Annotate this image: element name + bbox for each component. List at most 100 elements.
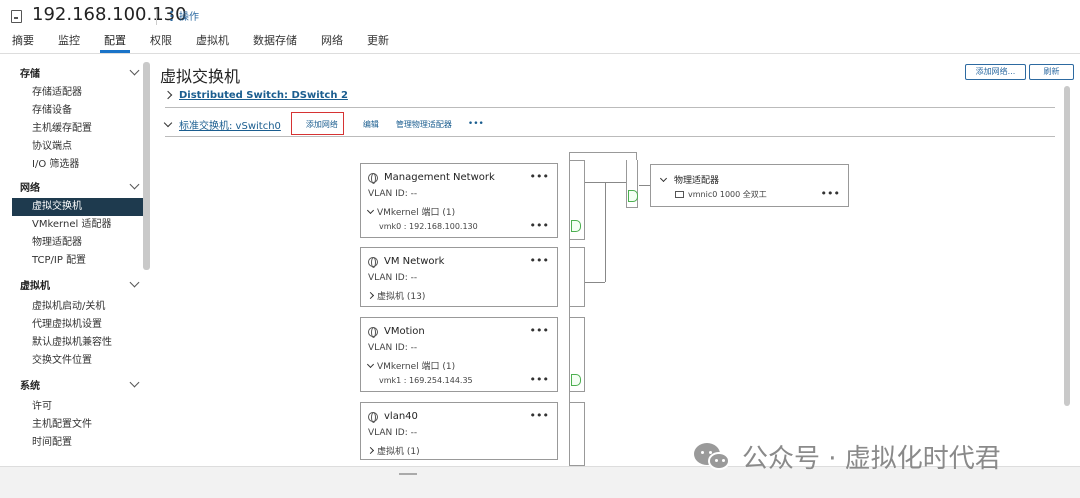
divider [165, 136, 1055, 137]
sidebar-group-storage[interactable]: 存储 [0, 60, 150, 84]
sidebar-item-storage-devices[interactable]: 存储设备 [0, 102, 150, 120]
tab-configure[interactable]: 配置 [92, 33, 138, 53]
tab-datastores[interactable]: 数据存储 [241, 33, 309, 53]
refresh-button[interactable]: 刷新 [1029, 64, 1074, 80]
highlight-box [291, 112, 344, 135]
sidebar-item-physical-adapters[interactable]: 物理适配器 [0, 234, 150, 252]
globe-icon [368, 411, 378, 423]
sidebar-item-swap-location[interactable]: 交换文件位置 [0, 352, 150, 370]
add-network-button[interactable]: 添加网络... [965, 64, 1026, 80]
chevron-down-icon [129, 179, 140, 189]
watermark: 公众号 · 虚拟化时代君 [694, 438, 1001, 475]
port-group-vmotion[interactable]: VMotion ••• VLAN ID: -- VMkernel 端口 (1) … [360, 317, 558, 392]
globe-icon [368, 172, 378, 184]
port-group-vm-network[interactable]: VM Network ••• VLAN ID: -- 虚拟机 (13) [360, 247, 558, 307]
main-scrollbar[interactable] [1064, 86, 1070, 406]
sidebar-item-agent-vm[interactable]: 代理虚拟机设置 [0, 316, 150, 334]
vlan-id: VLAN ID: -- [368, 428, 418, 438]
resize-handle[interactable] [399, 473, 417, 475]
sidebar-item-vm-startup[interactable]: 虚拟机启动/关机 [0, 298, 150, 316]
vlan-id: VLAN ID: -- [368, 343, 418, 353]
sidebar-item-protocol-endpoints[interactable]: 协议端点 [0, 138, 150, 156]
standard-switch-link[interactable]: 标准交换机: vSwitch0 [179, 117, 281, 132]
vmkernel-ports-toggle[interactable]: VMkernel 端口 (1) [366, 205, 455, 218]
chevron-right-icon[interactable] [163, 90, 173, 100]
host-title: 192.168.100.130 [32, 4, 187, 25]
physical-adapters-title: 物理适配器 [674, 176, 720, 186]
physical-adapters-box[interactable]: 物理适配器 vmnic0 1000 全双工 ••• [650, 164, 849, 207]
host-icon [11, 10, 22, 23]
switch-segment [569, 247, 585, 307]
sidebar-group-network[interactable]: 网络 [0, 174, 150, 198]
chevron-down-icon [129, 65, 140, 75]
edit-action[interactable]: 编辑 [363, 119, 379, 130]
chevron-down-icon [129, 277, 140, 287]
header-divider [0, 53, 1080, 54]
sidebar-item-host-profile[interactable]: 主机配置文件 [0, 416, 150, 434]
manage-physical-adapters-action[interactable]: 管理物理适配器 [396, 119, 452, 130]
port-group-name: VM Network [384, 256, 445, 267]
chevron-down-icon[interactable] [163, 118, 173, 127]
vlan-id: VLAN ID: -- [368, 273, 418, 283]
vlan-id: VLAN ID: -- [368, 189, 418, 199]
port-group-management-network[interactable]: Management Network ••• VLAN ID: -- VMker… [360, 163, 558, 238]
more-icon[interactable]: ••• [821, 187, 840, 200]
connector-line [605, 182, 606, 282]
tab-monitor[interactable]: 监控 [46, 33, 92, 53]
tab-vms[interactable]: 虚拟机 [184, 33, 241, 53]
connector-line [585, 282, 605, 283]
watermark-text: 公众号 · 虚拟化时代君 [742, 444, 1001, 474]
vms-toggle[interactable]: 虚拟机 (13) [366, 289, 425, 302]
tab-networks[interactable]: 网络 [309, 33, 355, 53]
actions-menu[interactable]: 操作 [170, 8, 199, 23]
sidebar-item-storage-adapters[interactable]: 存储适配器 [0, 84, 150, 102]
sidebar-item-tcpip-config[interactable]: TCP/IP 配置 [0, 252, 150, 270]
more-icon[interactable]: ••• [530, 219, 549, 232]
sidebar-group-vm[interactable]: 虚拟机 [0, 272, 150, 296]
vmk-detail: vmk1 : 169.254.144.35 [379, 376, 473, 385]
sidebar-scrollbar[interactable] [143, 62, 150, 270]
sidebar-item-virtual-switches[interactable]: 虚拟交换机 [12, 198, 150, 216]
port-icon [571, 374, 581, 386]
tab-bar: 摘要 监控 配置 权限 虚拟机 数据存储 网络 更新 [0, 33, 401, 53]
sidebar-item-io-filters[interactable]: I/O 筛选器 [0, 156, 150, 174]
sidebar-item-default-compat[interactable]: 默认虚拟机兼容性 [0, 334, 150, 352]
more-actions-button[interactable]: ••• [468, 119, 484, 129]
chevron-down-icon [366, 360, 375, 369]
sidebar: 存储 存储适配器 存储设备 主机缓存配置 协议端点 I/O 筛选器 网络 虚拟交… [0, 60, 150, 466]
sidebar-group-system[interactable]: 系统 [0, 372, 150, 396]
uplink-port-icon [628, 190, 638, 202]
more-icon[interactable]: ••• [530, 409, 549, 422]
more-icon[interactable]: ••• [530, 324, 549, 337]
more-icon[interactable]: ••• [530, 254, 549, 267]
wechat-icon [694, 441, 736, 473]
distributed-switch-link[interactable]: Distributed Switch: DSwitch 2 [179, 90, 348, 101]
header-separator [156, 9, 157, 25]
port-group-name: Management Network [384, 172, 495, 183]
more-icon[interactable]: ••• [530, 373, 549, 386]
chevron-right-icon [366, 291, 375, 300]
sidebar-item-vmkernel-adapters[interactable]: VMkernel 适配器 [0, 216, 150, 234]
tab-permissions[interactable]: 权限 [138, 33, 184, 53]
chevron-right-icon [366, 446, 375, 455]
port-group-name: VMotion [384, 326, 425, 337]
vmkernel-ports-toggle[interactable]: VMkernel 端口 (1) [366, 359, 455, 372]
main-panel: 虚拟交换机 添加网络... 刷新 Distributed Switch: DSw… [160, 60, 1074, 466]
sidebar-item-time-config[interactable]: 时间配置 [0, 434, 150, 452]
nic-icon [675, 191, 684, 198]
globe-icon [368, 256, 378, 268]
vms-toggle[interactable]: 虚拟机 (1) [366, 444, 420, 457]
connector-line [585, 182, 626, 183]
distributed-switch-row: Distributed Switch: DSwitch 2 [163, 84, 348, 106]
tab-updates[interactable]: 更新 [355, 33, 401, 53]
switch-segment [569, 402, 585, 466]
port-group-name: vlan40 [384, 411, 418, 422]
sidebar-item-host-cache[interactable]: 主机缓存配置 [0, 120, 150, 138]
port-group-vlan40[interactable]: vlan40 ••• VLAN ID: -- 虚拟机 (1) [360, 402, 558, 460]
chevron-down-icon[interactable] [659, 174, 668, 183]
tab-summary[interactable]: 摘要 [0, 33, 46, 53]
globe-icon [368, 326, 378, 338]
more-icon[interactable]: ••• [530, 170, 549, 183]
more-vertical-icon [170, 10, 173, 21]
sidebar-item-licensing[interactable]: 许可 [0, 398, 150, 416]
